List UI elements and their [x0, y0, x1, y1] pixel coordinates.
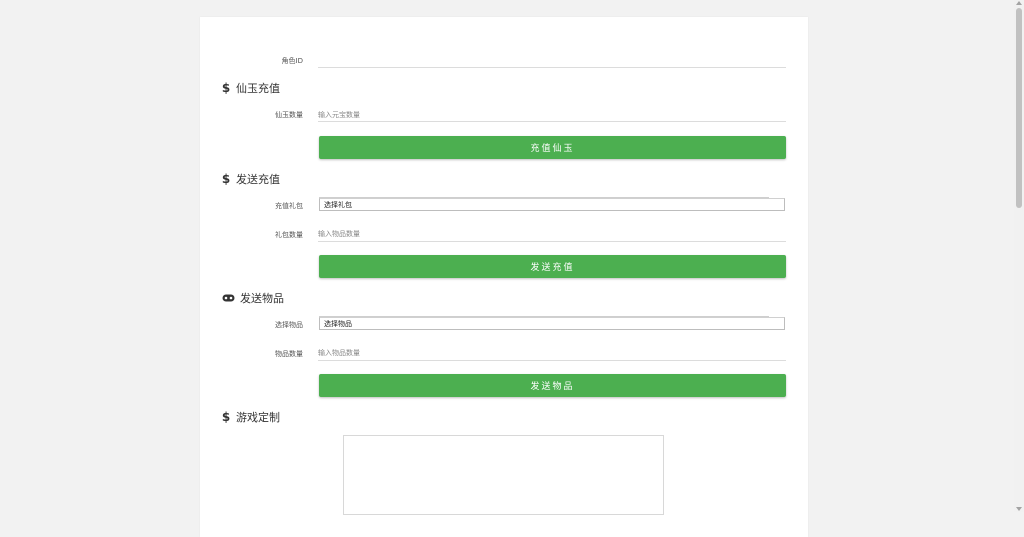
section-jade-recharge: $ 仙玉充值 — [221, 80, 280, 96]
section-title: 发送充值 — [236, 173, 280, 186]
package-select[interactable]: 选择礼包 — [319, 198, 785, 211]
role-id-underline — [318, 67, 786, 68]
role-id-label: 角色ID — [281, 57, 303, 65]
package-qty-label: 礼包数量 — [275, 231, 303, 239]
page-scrollbar[interactable] — [1014, 0, 1024, 512]
section-title: 仙玉充值 — [236, 82, 280, 95]
send-recharge-button[interactable]: 发送充值 — [319, 255, 786, 278]
jade-amount-label: 仙玉数量 — [275, 111, 303, 119]
package-qty-underline — [318, 241, 786, 242]
package-label: 充值礼包 — [275, 202, 303, 210]
gamepad-icon — [221, 294, 235, 302]
section-send-item: 发送物品 — [221, 290, 284, 306]
jade-amount-input[interactable]: 输入元宝数量 — [318, 110, 360, 120]
item-qty-underline — [318, 360, 786, 361]
scrollbar-thumb[interactable] — [1016, 8, 1022, 208]
section-send-recharge: $ 发送充值 — [221, 171, 280, 187]
package-qty-input[interactable]: 输入物品数量 — [318, 229, 360, 239]
item-label: 选择物品 — [275, 321, 303, 329]
section-title: 游戏定制 — [236, 411, 280, 424]
custom-textarea[interactable] — [343, 435, 664, 515]
send-item-button[interactable]: 发送物品 — [319, 374, 786, 397]
dollar-icon: $ — [221, 81, 231, 95]
dollar-icon: $ — [221, 172, 231, 186]
jade-amount-underline — [318, 121, 786, 122]
item-qty-input[interactable]: 输入物品数量 — [318, 348, 360, 358]
dollar-icon: $ — [221, 410, 231, 424]
section-title: 发送物品 — [240, 292, 284, 305]
item-qty-label: 物品数量 — [275, 350, 303, 358]
scroll-up-icon[interactable] — [1016, 1, 1022, 5]
recharge-jade-button[interactable]: 充值仙玉 — [319, 136, 786, 159]
scroll-down-icon[interactable] — [1016, 507, 1022, 511]
section-game-custom: $ 游戏定制 — [221, 409, 280, 425]
item-select[interactable]: 选择物品 — [319, 317, 785, 330]
